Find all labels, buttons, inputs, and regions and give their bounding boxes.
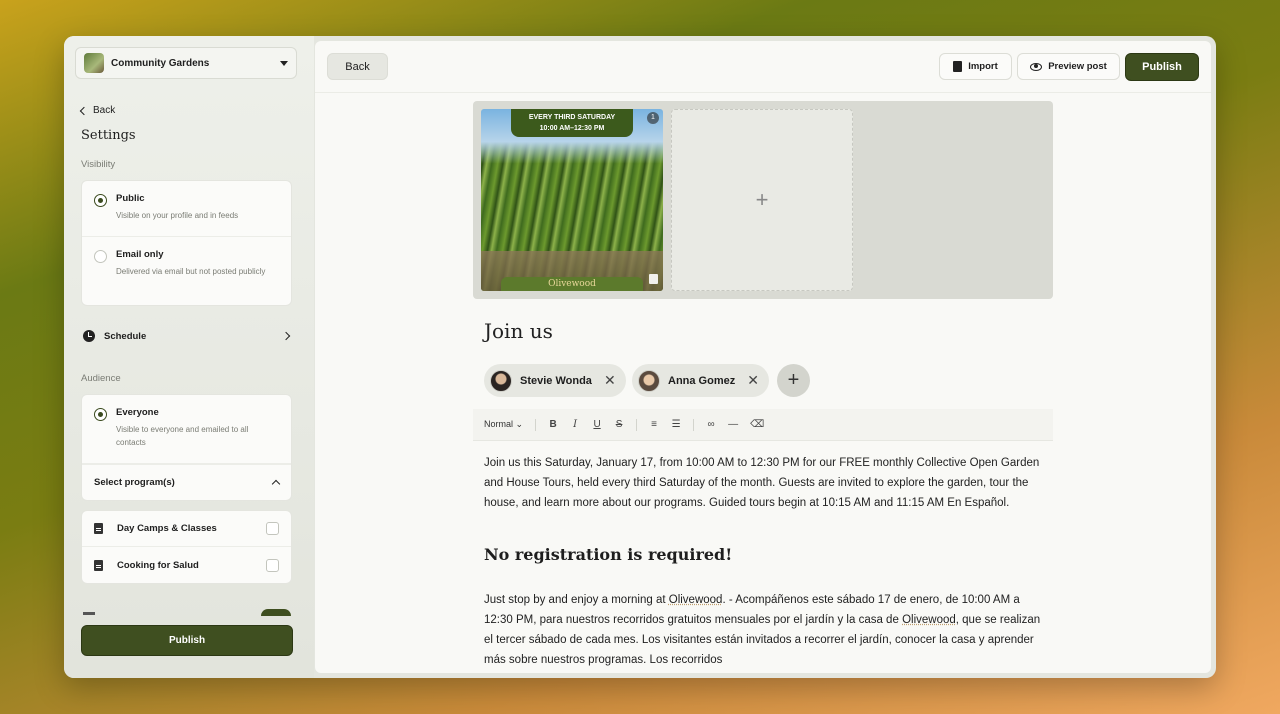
settings-sidebar: Community Gardens Back Settings Visibili… xyxy=(64,36,314,678)
org-avatar xyxy=(84,53,104,73)
program-label: Cooking for Salud xyxy=(117,559,199,571)
back-button[interactable]: Back xyxy=(327,53,388,80)
program-checkbox[interactable] xyxy=(266,558,279,572)
link-olivewood[interactable]: Olivewood xyxy=(669,594,723,606)
person-name: Stevie Wonda xyxy=(520,374,592,387)
underline-icon[interactable]: U xyxy=(592,419,602,430)
document-icon xyxy=(94,523,103,534)
media-strip: EVERY THIRD SATURDAY 10:00 AM–12:30 PM O… xyxy=(473,101,1053,299)
preview-post-button[interactable]: Preview post xyxy=(1017,53,1120,80)
option-title: Everyone xyxy=(116,407,159,418)
org-name: Community Gardens xyxy=(111,57,210,69)
toggle-switch[interactable] xyxy=(261,609,291,616)
row-icon xyxy=(83,612,95,615)
editor-topbar: Back Import Preview post Publish xyxy=(315,41,1211,93)
list-item[interactable]: Day Camps & Classes xyxy=(82,511,291,547)
chevron-up-icon xyxy=(271,479,281,489)
eye-icon xyxy=(1030,62,1043,71)
image-banner: EVERY THIRD SATURDAY 10:00 AM–12:30 PM xyxy=(511,109,633,137)
post-title[interactable]: Join us xyxy=(484,319,553,343)
toolbar-divider xyxy=(693,418,695,431)
chevron-left-icon xyxy=(79,106,89,115)
close-icon[interactable]: ✕ xyxy=(747,372,759,389)
horizontal-rule-icon[interactable]: — xyxy=(728,419,738,430)
ordered-list-icon[interactable]: ≡ xyxy=(649,419,659,430)
radio-email-only[interactable] xyxy=(94,250,107,263)
visibility-option-public[interactable]: Public Visible on your profile and in fe… xyxy=(82,181,291,237)
paragraph-text: Just stop by and enjoy a morning at xyxy=(484,594,669,606)
preview-label: Preview post xyxy=(1048,61,1107,72)
eraser-icon[interactable]: ⌫ xyxy=(750,419,764,430)
audience-option-everyone[interactable]: Everyone Visible to everyone and emailed… xyxy=(82,395,291,464)
option-title: Public xyxy=(116,193,145,204)
toolbar-divider xyxy=(535,418,537,431)
link-icon[interactable]: ∞ xyxy=(706,419,716,430)
visibility-label: Visibility xyxy=(81,159,116,170)
link-olivewood[interactable]: Olivewood xyxy=(902,614,956,626)
option-desc: Delivered via email but not posted publi… xyxy=(116,267,266,276)
sidebar-back-label: Back xyxy=(93,105,116,116)
settings-title: Settings xyxy=(81,128,136,143)
import-label: Import xyxy=(968,61,998,72)
bullet-list-icon[interactable]: ☰ xyxy=(671,419,681,430)
bold-icon[interactable]: B xyxy=(548,419,558,430)
image-order-badge: 1 xyxy=(647,112,659,124)
select-programs-toggle[interactable]: Select program(s) xyxy=(82,464,291,500)
post-paragraph-1[interactable]: Join us this Saturday, January 17, from … xyxy=(484,453,1044,513)
add-person-button[interactable]: + xyxy=(777,364,810,397)
post-heading[interactable]: No registration is required! xyxy=(484,545,732,564)
partially-hidden-row xyxy=(81,608,293,616)
text-style-select[interactable]: Normal ⌄ xyxy=(484,419,523,430)
post-editor: Back Import Preview post Publish EVERY T… xyxy=(315,41,1211,673)
banner-line-1: EVERY THIRD SATURDAY xyxy=(528,114,616,121)
post-paragraph-2[interactable]: Just stop by and enjoy a morning at Oliv… xyxy=(484,590,1044,670)
option-desc: Visible on your profile and in feeds xyxy=(116,211,239,220)
programs-list: Day Camps & Classes Cooking for Salud xyxy=(81,510,292,584)
banner-line-2: 10:00 AM–12:30 PM xyxy=(539,125,605,132)
radio-public[interactable] xyxy=(94,194,107,207)
app-window: Community Gardens Back Settings Visibili… xyxy=(64,36,1216,678)
org-selector[interactable]: Community Gardens xyxy=(75,47,297,79)
caret-down-icon xyxy=(280,60,288,66)
program-label: Day Camps & Classes xyxy=(117,523,217,534)
import-button[interactable]: Import xyxy=(939,53,1012,80)
sidebar-publish-button[interactable]: Publish xyxy=(81,625,293,656)
visibility-option-email[interactable]: Email only Delivered via email but not p… xyxy=(82,237,291,305)
radio-everyone[interactable] xyxy=(94,408,107,421)
option-title: Email only xyxy=(116,249,164,260)
strikethrough-icon[interactable]: S xyxy=(614,419,624,430)
person-name: Anna Gomez xyxy=(668,374,736,387)
import-file-icon xyxy=(953,61,963,72)
avatar xyxy=(638,369,660,392)
schedule-label: Schedule xyxy=(104,330,147,342)
italic-icon[interactable]: I xyxy=(570,419,580,430)
image-logo-text: Olivewood xyxy=(501,277,643,291)
option-desc: Visible to everyone and emailed to all c… xyxy=(116,425,249,447)
avatar xyxy=(490,369,512,392)
editor-toolbar: Normal ⌄ B I U S ≡ ☰ ∞ — ⌫ xyxy=(473,409,1053,441)
audience-label: Audience xyxy=(81,373,121,384)
select-programs-label: Select program(s) xyxy=(94,477,175,488)
program-checkbox[interactable] xyxy=(266,522,279,535)
chevron-right-icon xyxy=(281,331,291,341)
person-chip[interactable]: Anna Gomez ✕ xyxy=(632,364,769,397)
clock-icon xyxy=(83,330,95,342)
post-image[interactable]: EVERY THIRD SATURDAY 10:00 AM–12:30 PM O… xyxy=(481,109,663,291)
visibility-card: Public Visible on your profile and in fe… xyxy=(81,180,292,306)
trash-icon[interactable] xyxy=(649,274,658,284)
schedule-row[interactable]: Schedule xyxy=(83,330,293,342)
list-item[interactable]: Cooking for Salud xyxy=(82,547,291,583)
close-icon[interactable]: ✕ xyxy=(604,372,616,389)
text-style-value: Normal xyxy=(484,419,514,429)
add-media-button[interactable]: + xyxy=(671,109,853,291)
sidebar-back-link[interactable]: Back xyxy=(79,105,116,116)
toolbar-divider xyxy=(636,418,638,431)
document-icon xyxy=(94,559,103,571)
person-chip[interactable]: Stevie Wonda ✕ xyxy=(484,364,626,397)
publish-button[interactable]: Publish xyxy=(1125,53,1199,81)
audience-card: Everyone Visible to everyone and emailed… xyxy=(81,394,292,501)
